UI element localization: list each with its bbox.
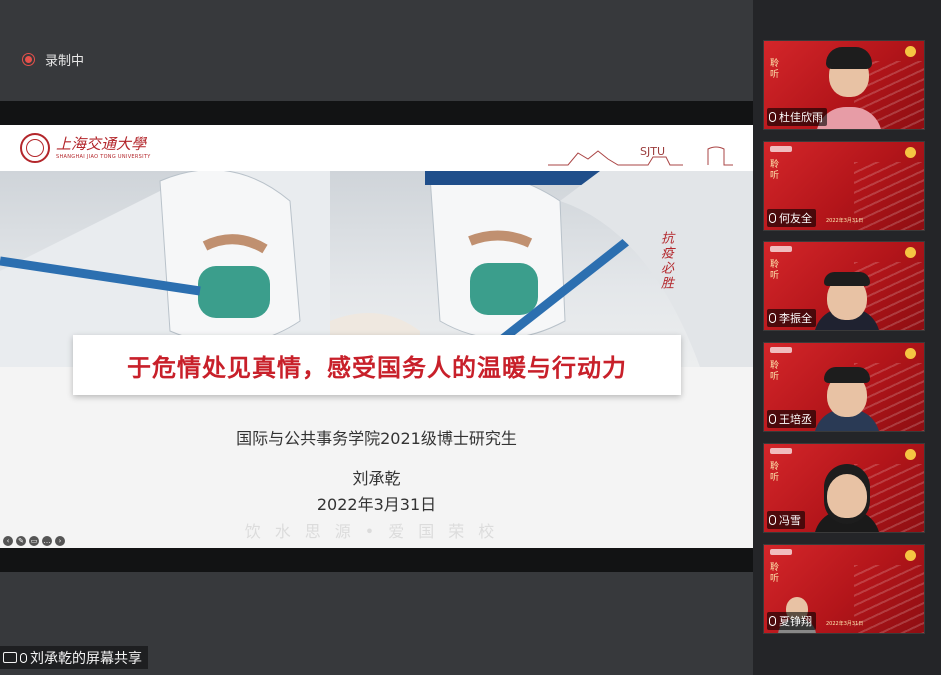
screen-share-label: 刘承乾的屏幕共享 xyxy=(0,646,148,669)
university-logo-icon xyxy=(770,448,792,454)
presenter-name: 刘承乾 xyxy=(352,469,401,488)
participant-tile[interactable]: 聆听 王培丞 xyxy=(763,342,925,432)
next-slide-icon[interactable]: › xyxy=(55,536,65,546)
participant-name-tag: 王培丞 xyxy=(767,410,816,428)
tile-banner: 聆听 xyxy=(770,462,780,483)
university-logo: 上海交通大學 SHANGHAI JIAO TONG UNIVERSITY xyxy=(20,133,151,163)
participant-name-tag: 夏铮翔 xyxy=(767,612,816,630)
more-icon[interactable]: … xyxy=(42,536,52,546)
presentation-date: 2022年3月31日 xyxy=(316,495,437,514)
microphone-icon xyxy=(769,414,776,424)
participant-tile[interactable]: 聆听 2022年3月31日 夏铮翔 xyxy=(763,544,925,634)
captions-icon[interactable]: ▭ xyxy=(29,536,39,546)
participant-tile[interactable]: 聆听 冯雪 xyxy=(763,443,925,533)
slide-title: 于危情处见真情，感受国务人的温暖与行动力 xyxy=(127,353,627,382)
party-emblem-icon xyxy=(905,348,916,359)
participant-name: 何友全 xyxy=(779,212,812,225)
participant-video xyxy=(812,260,882,330)
university-seal-icon xyxy=(20,133,50,163)
microphone-icon xyxy=(20,652,27,663)
tile-banner: 聆听 xyxy=(770,563,780,584)
tile-caption: 2022年3月31日 xyxy=(826,218,864,224)
tile-caption: 2022年3月31日 xyxy=(826,621,864,627)
campus-mark: SJTU xyxy=(640,145,665,158)
participant-tile[interactable]: 聆听 李振全 xyxy=(763,241,925,331)
participant-name: 冯雪 xyxy=(779,514,801,527)
party-emblem-icon xyxy=(905,46,916,57)
screen-share-icon xyxy=(3,652,17,663)
microphone-icon xyxy=(769,213,776,223)
microphone-icon xyxy=(769,313,776,323)
participant-tile[interactable]: 聆听 2022年3月31日 何友全 xyxy=(763,141,925,231)
participant-name: 杜佳欣雨 xyxy=(779,111,823,124)
letterbox-bottom xyxy=(0,548,753,572)
record-icon xyxy=(22,53,35,66)
participant-name: 王培丞 xyxy=(779,413,812,426)
university-logo-icon xyxy=(770,347,792,353)
participant-tile[interactable]: 聆听 杜佳欣雨 xyxy=(763,40,925,130)
screen-share-text: 刘承乾的屏幕共享 xyxy=(30,650,142,667)
tile-banner: 聆听 xyxy=(770,361,780,382)
recording-indicator: 录制中 xyxy=(22,50,84,69)
participant-name: 李振全 xyxy=(779,312,812,325)
main-stage: 录制中 上海交通大學 SHANGHAI JIAO TONG UNIVERSITY… xyxy=(0,0,753,675)
party-emblem-icon xyxy=(905,449,916,460)
university-motto: 饮水思源•爱国荣校 xyxy=(244,522,509,541)
university-name-cn: 上海交通大學 xyxy=(56,134,147,153)
microphone-icon xyxy=(769,515,776,525)
participant-video xyxy=(812,462,882,532)
party-emblem-icon xyxy=(905,247,916,258)
participant-name-tag: 杜佳欣雨 xyxy=(767,108,827,126)
slide-title-box: 于危情处见真情，感受国务人的温暖与行动力 xyxy=(73,335,681,395)
school-line: 国际与公共事务学院2021级博士研究生 xyxy=(236,429,517,448)
tile-banner: 聆听 xyxy=(770,160,780,181)
tile-banner: 聆听 xyxy=(770,59,780,80)
party-emblem-icon xyxy=(905,147,916,158)
slide-controls: ‹ ✎ ▭ … › xyxy=(3,536,65,546)
university-name-en: SHANGHAI JIAO TONG UNIVERSITY xyxy=(56,153,151,160)
anti-epidemic-stamp: 抗疫必胜 xyxy=(658,231,673,291)
university-logo-icon xyxy=(770,549,792,555)
microphone-icon xyxy=(769,112,776,122)
participant-name-tag: 何友全 xyxy=(767,209,816,227)
university-logo-icon xyxy=(770,146,792,152)
university-logo-icon xyxy=(770,246,792,252)
tile-banner: 聆听 xyxy=(770,260,780,281)
letterbox-top xyxy=(0,101,753,125)
microphone-icon xyxy=(769,616,776,626)
previous-slide-icon[interactable]: ‹ xyxy=(3,536,13,546)
participant-video xyxy=(812,361,882,431)
participant-name-tag: 李振全 xyxy=(767,309,816,327)
participant-name-tag: 冯雪 xyxy=(767,511,805,529)
shared-slide: 上海交通大學 SHANGHAI JIAO TONG UNIVERSITY SJT… xyxy=(0,125,753,548)
recording-label: 录制中 xyxy=(45,54,85,69)
party-emblem-icon xyxy=(905,550,916,561)
pen-icon[interactable]: ✎ xyxy=(16,536,26,546)
participant-name: 夏铮翔 xyxy=(779,615,812,628)
slide-header: 上海交通大學 SHANGHAI JIAO TONG UNIVERSITY SJT… xyxy=(0,125,753,171)
